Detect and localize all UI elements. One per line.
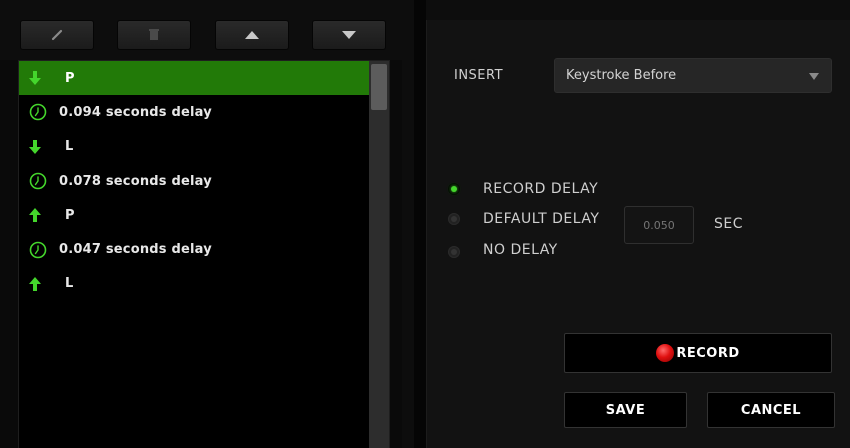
- cancel-button-label: CANCEL: [740, 402, 802, 418]
- move-down-icon: [342, 31, 356, 39]
- chevron-down-icon: [809, 73, 819, 80]
- default-delay-label: DEFAULT DELAY: [483, 211, 600, 227]
- edit-icon: [51, 29, 63, 41]
- macro-list-item[interactable]: P: [19, 61, 369, 96]
- macro-list-item-label: P: [65, 207, 75, 223]
- edit-button[interactable]: [20, 20, 94, 50]
- macro-list-item[interactable]: 0.047 seconds delay: [19, 232, 369, 266]
- macro-list-item-label: 0.094 seconds delay: [59, 104, 212, 120]
- macro-list-item[interactable]: P: [19, 198, 369, 232]
- clock-icon: [29, 171, 55, 191]
- record-delay-radio[interactable]: [448, 183, 460, 195]
- macro-list-panel: P 0.094 seconds delay L 0.078 seconds delay…: [0, 0, 402, 448]
- macro-list-item[interactable]: L: [19, 130, 369, 164]
- panel-divider: [414, 0, 426, 448]
- move-up-button[interactable]: [215, 20, 289, 50]
- delay-unit-label: SEC: [714, 216, 744, 232]
- default-delay-input[interactable]: [624, 206, 694, 244]
- save-button[interactable]: SAVE: [564, 392, 687, 428]
- record-delay-label: RECORD DELAY: [483, 181, 599, 197]
- macro-list-item-label: 0.078 seconds delay: [59, 173, 212, 189]
- macro-list-item[interactable]: 0.094 seconds delay: [19, 95, 369, 129]
- delete-button[interactable]: [117, 20, 191, 50]
- record-icon: [656, 344, 675, 362]
- cancel-button[interactable]: CANCEL: [707, 392, 835, 428]
- insert-dropdown-value: Keystroke Before: [566, 68, 677, 83]
- record-button-label: RECORD: [676, 345, 740, 361]
- scrollbar-thumb[interactable]: [371, 64, 387, 110]
- macro-settings-panel: INSERT Keystroke Before RECORD DELAY DEF…: [426, 20, 850, 448]
- macro-list-item[interactable]: L: [19, 267, 369, 301]
- arrow-down-icon: [29, 137, 55, 157]
- macro-toolbar: [0, 0, 402, 60]
- default-delay-radio[interactable]: [448, 213, 460, 225]
- macro-list-items: P 0.094 seconds delay L 0.078 seconds delay…: [19, 61, 369, 301]
- no-delay-radio[interactable]: [448, 246, 460, 258]
- save-button-label: SAVE: [605, 402, 646, 418]
- no-delay-label: NO DELAY: [483, 242, 558, 258]
- macro-list-item-label: P: [65, 70, 75, 86]
- macro-event-list[interactable]: P 0.094 seconds delay L 0.078 seconds delay…: [18, 60, 390, 448]
- macro-list-item-label: L: [65, 139, 74, 155]
- macro-list-item[interactable]: 0.078 seconds delay: [19, 164, 369, 198]
- macro-list-item-label: L: [65, 276, 74, 292]
- delete-icon: [149, 29, 159, 40]
- list-scrollbar[interactable]: [369, 61, 389, 448]
- arrow-up-icon: [29, 205, 55, 225]
- clock-icon: [29, 102, 55, 122]
- arrow-up-icon: [29, 274, 55, 294]
- macro-list-item-label: 0.047 seconds delay: [59, 242, 212, 258]
- move-down-button[interactable]: [312, 20, 386, 50]
- insert-label: INSERT: [454, 68, 504, 83]
- move-up-icon: [245, 31, 259, 39]
- record-button[interactable]: RECORD: [564, 333, 832, 373]
- clock-icon: [29, 240, 55, 260]
- arrow-down-icon: [29, 68, 55, 88]
- insert-dropdown[interactable]: Keystroke Before: [554, 58, 832, 93]
